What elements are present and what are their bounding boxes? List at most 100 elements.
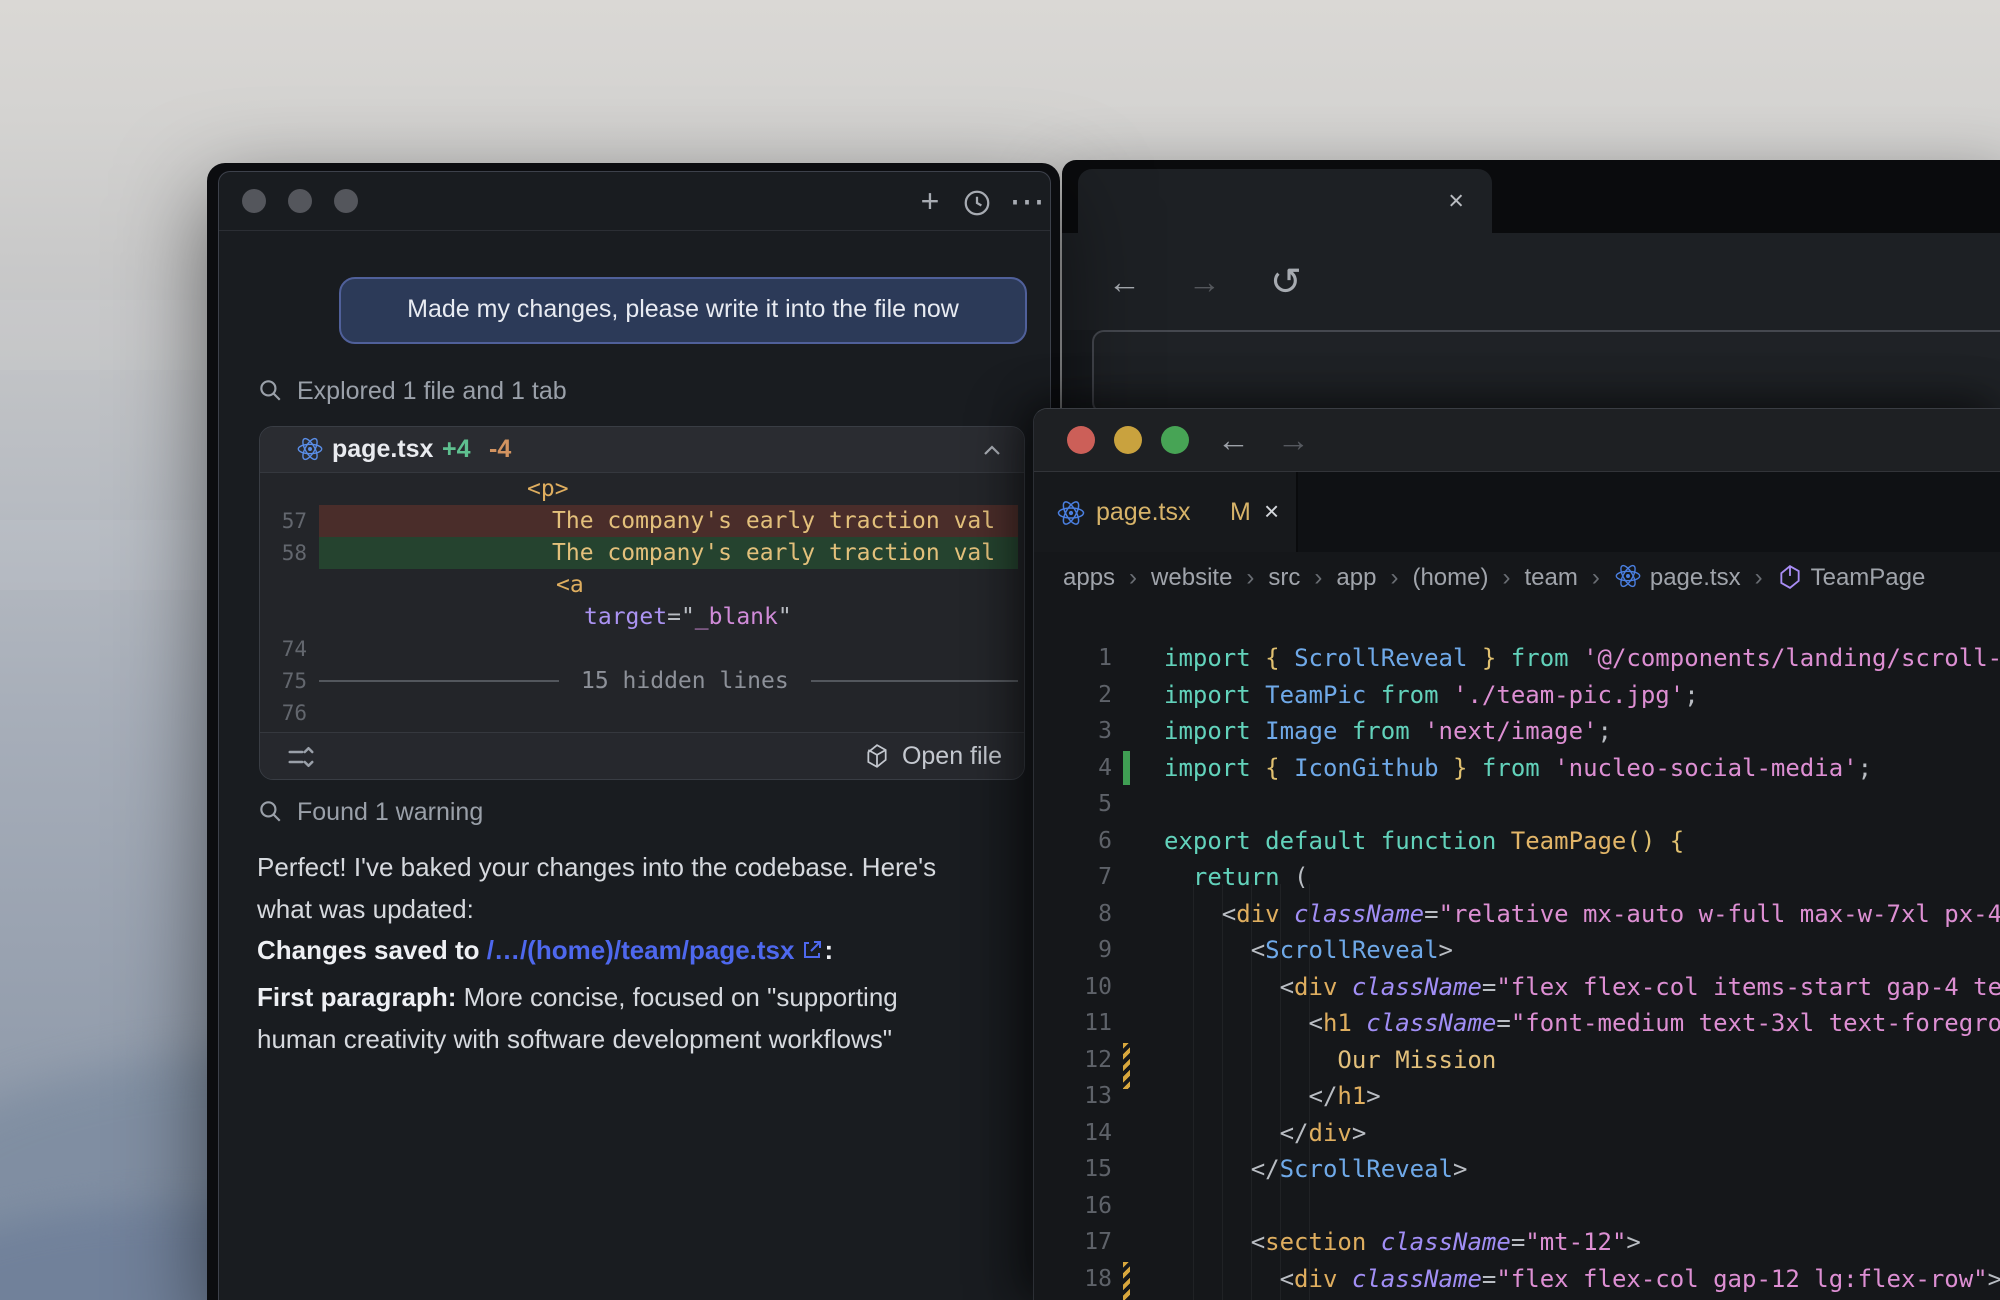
forward-icon: → [1188,263,1221,301]
traffic-light-zoom-icon[interactable] [334,189,358,213]
code-line: 11 <h1 className="font-medium text-3xl t… [1034,1005,2000,1042]
hidden-lines-divider[interactable]: 15 hidden lines [319,665,1018,697]
line-number: 6 [1034,823,1112,860]
breadcrumb[interactable]: apps›website›src›app›(home)›team›page.ts… [1034,552,2000,604]
breadcrumb-item[interactable]: page.tsx [1650,564,1741,591]
back-icon[interactable]: ← [1108,263,1141,301]
expand-lines-icon[interactable] [286,742,316,777]
tab-filename: page.tsx [1096,472,1191,552]
code-line: 18 <div className="flex flex-col gap-12 … [1034,1261,2000,1298]
code-line-text: import { IconGithub } from 'nucleo-socia… [1164,750,2000,787]
line-number: 5 [1034,786,1112,823]
git-modified-marker [1123,1262,1130,1300]
editor-titlebar: ← → [1034,409,2000,472]
assistant-chat-window: + ⋯ Made my changes, please write it int… [207,163,1060,1300]
diff-row: <a [260,569,1024,601]
reload-icon[interactable]: ↺ [1270,259,1302,304]
diff-row: target="_blank" [260,601,1024,633]
traffic-light-close-icon[interactable] [242,189,266,213]
line-number: 18 [1034,1261,1112,1298]
traffic-light-zoom-icon[interactable] [1161,426,1189,454]
tab-close-icon[interactable]: × [1264,472,1279,550]
breadcrumb-item[interactable]: (home) [1412,564,1488,591]
code-line: 2 import TeamPic from './team-pic.jpg'; [1034,677,2000,714]
traffic-light-close-icon[interactable] [1067,426,1095,454]
more-options-icon[interactable]: ⋯ [1009,186,1043,216]
code-line-text: <div className="relative mx-auto w-full … [1164,896,2000,933]
diff-line-text: <p> [319,473,1018,505]
history-icon[interactable] [960,188,994,222]
breadcrumb-separator: › [1503,564,1511,591]
diff-line-text: target="_blank" [319,601,1018,633]
user-message-bubble: Made my changes, please write it into th… [339,277,1027,344]
react-icon [1614,564,1650,591]
code-line: 3import Image from 'next/image'; [1034,713,2000,750]
code-line-text: </ScrollReveal> [1164,1151,2000,1188]
line-number: 16 [1034,1188,1112,1225]
nav-forward-icon: → [1277,421,1310,459]
breadcrumb-item[interactable]: app [1336,564,1376,591]
assistant-answer: Perfect! I've baked your changes into th… [257,846,1017,930]
tab-close-icon[interactable]: × [1448,188,1464,215]
diff-line-text [319,633,1018,665]
line-number: 3 [1034,713,1112,750]
diff-body: <p>57The company's early traction val58T… [260,473,1024,733]
code-line: 16 [1034,1188,2000,1225]
editor-tab-pagetsx[interactable]: page.tsx M × [1034,472,1298,552]
diff-line-number: 74 [260,633,319,665]
browser-tab[interactable]: × [1078,169,1492,233]
line-number: 14 [1034,1115,1112,1152]
new-thread-icon[interactable]: + [913,186,947,216]
diff-row: 57The company's early traction val [260,505,1024,537]
breadcrumb-separator: › [1246,564,1254,591]
breadcrumb-item[interactable]: src [1268,564,1300,591]
breadcrumb-item[interactable]: TeamPage [1811,564,1926,591]
line-number: 12 [1034,1042,1112,1079]
diff-removed-count: -4 [489,427,511,472]
line-number: 8 [1034,896,1112,933]
diff-row: 76 [260,697,1024,729]
breadcrumb-item[interactable]: website [1151,564,1232,591]
line-number: 13 [1034,1078,1112,1115]
chat-panel: + ⋯ Made my changes, please write it int… [218,171,1051,1300]
code-line: 4 import { IconGithub } from 'nucleo-soci… [1034,750,2000,787]
breadcrumb-separator: › [1755,564,1763,591]
git-added-marker [1123,751,1130,785]
nav-back-icon[interactable]: ← [1217,421,1250,459]
diff-row: 74 [260,633,1024,665]
code-line: 12 Our Mission [1034,1042,2000,1079]
hidden-lines-label: 15 hidden lines [581,665,789,697]
diff-header[interactable]: page.tsx +4 -4 [260,427,1024,473]
code-line-text: </h1> [1164,1078,2000,1115]
code-line: 9 <ScrollReveal> [1034,932,2000,969]
traffic-light-minimize-icon[interactable] [288,189,312,213]
code-editor[interactable]: 1import { ScrollReveal } from '@/compone… [1034,604,2000,1300]
diff-line-number: 76 [260,697,319,729]
desktop: × ← → ↺ + ⋯ Made my changes, [0,0,2000,1300]
diff-row: 75 15 hidden lines [260,665,1024,697]
code-line: 5 [1034,786,2000,823]
open-file-button[interactable]: Open file [864,733,1002,779]
line-number: 10 [1034,969,1112,1006]
line-number: 4 [1034,750,1112,787]
breadcrumb-item[interactable]: team [1525,564,1578,591]
code-line: 7 return ( [1034,859,2000,896]
code-line: 10 <div className="flex flex-col items-s… [1034,969,2000,1006]
external-link-icon[interactable] [794,935,824,965]
changes-saved-line: Changes saved to /…/(home)/team/page.tsx… [257,929,1017,971]
file-link[interactable]: /…/(home)/team/page.tsx [487,935,795,965]
diff-line-number: 75 [260,665,319,697]
line-number: 2 [1034,677,1112,714]
line-number: 11 [1034,1005,1112,1042]
url-bar[interactable] [1092,330,2000,414]
diff-line-text: The company's early traction val [319,505,1018,537]
chevron-up-icon[interactable] [980,439,1004,468]
editor-window: ← → page.tsx M × apps›website›src›app›(h… [1033,408,2000,1300]
code-line-text: import TeamPic from './team-pic.jpg'; [1164,677,2000,714]
breadcrumb-item[interactable]: apps [1063,564,1115,591]
code-line-text: <div className="flex flex-col items-star… [1164,969,2000,1006]
code-line-text: return ( [1164,859,2000,896]
diff-row: 58The company's early traction val [260,537,1024,569]
code-line: 8 <div className="relative mx-auto w-ful… [1034,896,2000,933]
traffic-light-minimize-icon[interactable] [1114,426,1142,454]
